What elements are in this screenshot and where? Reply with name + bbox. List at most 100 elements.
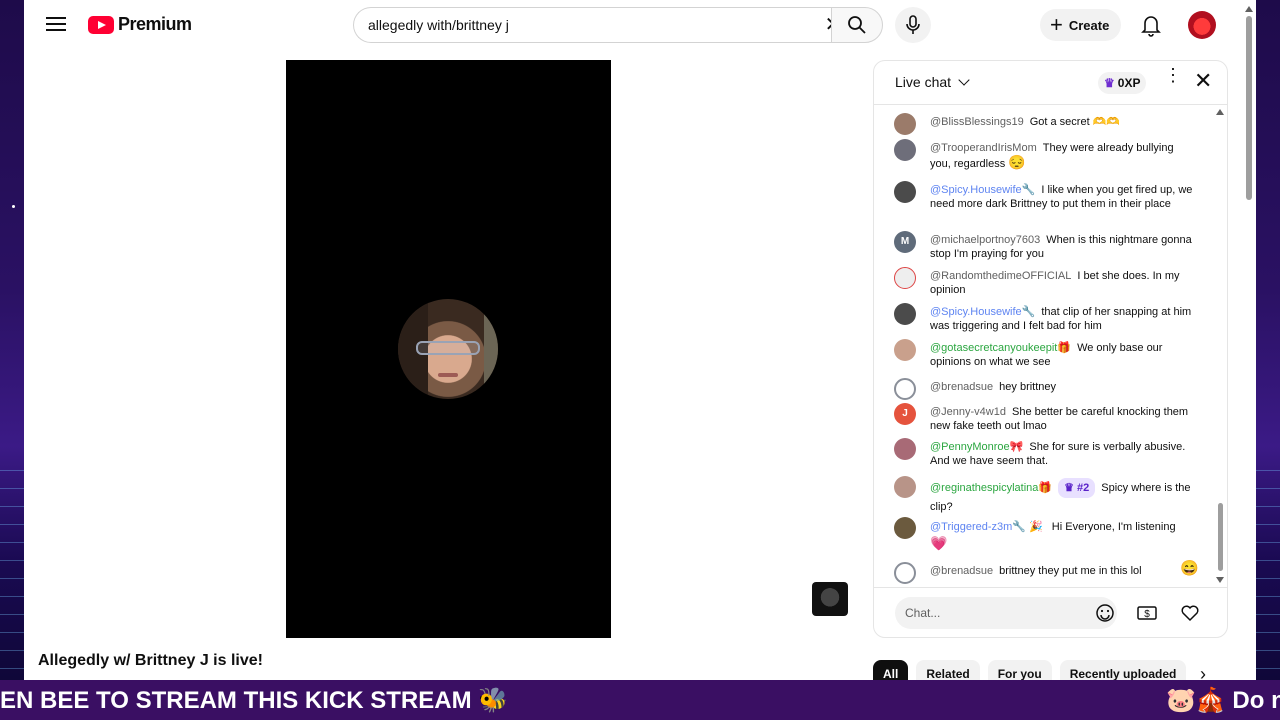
avatar[interactable]: J (894, 403, 916, 425)
heart-icon (1181, 605, 1199, 622)
avatar[interactable] (894, 303, 916, 325)
chat-input[interactable] (895, 597, 1117, 629)
dollar-icon: $ (1137, 606, 1157, 620)
member-badge-icon: 🎁 (1057, 342, 1072, 354)
avatar[interactable] (894, 438, 916, 460)
chevron-down-icon (958, 74, 970, 86)
chat-message: @TrooperandIrisMom They were already bull… (894, 139, 1194, 171)
chat-message: @Triggered-z3m🔧 🎉 Hi Everyone, I'm liste… (894, 517, 1194, 553)
ticker-text-right: 🐷🎪 Do n (1166, 687, 1280, 714)
more-options-icon[interactable]: ⋮ (1164, 66, 1182, 84)
author[interactable]: @Jenny-v4w1d (930, 406, 1006, 418)
super-chat-button[interactable]: $ (1133, 599, 1161, 627)
chat-message: @PennyMonroe🎀 She for sure is verbally ab… (894, 438, 1194, 468)
chip-all[interactable]: All (873, 660, 909, 680)
avatar[interactable] (894, 267, 916, 289)
crown-icon: ♛ (1104, 76, 1115, 90)
related-chips: All Related For you Recently uploaded (873, 660, 1187, 680)
rank-badge: ♛ #2 (1058, 478, 1096, 498)
author[interactable]: @Triggered-z3m🔧 🎉 (930, 521, 1043, 533)
member-badge-icon: 🎁 (1038, 482, 1053, 494)
smiley-icon (1096, 604, 1114, 622)
youtube-premium-logo[interactable]: Premium (88, 14, 192, 35)
avatar[interactable] (894, 139, 916, 161)
avatar[interactable] (894, 339, 916, 361)
avatar[interactable] (894, 378, 916, 400)
video-player[interactable] (286, 60, 611, 638)
avatar[interactable]: M (894, 231, 916, 253)
author[interactable]: @brenadsue (930, 565, 993, 577)
crown-icon: ♛ (1064, 482, 1078, 494)
chat-message-list: @BlissBlessings19 Got a secret 🫶🫶 @Troope… (874, 107, 1227, 587)
avatar[interactable] (894, 517, 916, 539)
chat-scrollbar-thumb[interactable] (1218, 503, 1223, 571)
chat-message: @reginathespicylatina🎁 ♛ #2 Spicy where is… (894, 476, 1194, 516)
chat-message: M @michaelportnoy7603 When is this nightm… (894, 231, 1194, 261)
author[interactable]: @Spicy.Housewife🔧 (930, 306, 1035, 318)
emoji: 😔 (1008, 154, 1026, 170)
logo-text: Premium (118, 14, 192, 34)
chat-header: Live chat ♛ 0XP ⋮ ✕ (874, 61, 1227, 105)
chat-message: @gotasecretcanyoukeepit🎁 We only base our… (894, 339, 1194, 369)
overlay-thumbnail (812, 582, 848, 616)
author[interactable]: @TrooperandIrisMom (930, 142, 1037, 154)
voice-search-button[interactable] (895, 7, 931, 43)
member-badge-icon: 🎀 (1009, 441, 1024, 453)
bell-icon (1141, 16, 1161, 37)
search-box: ✕ (353, 7, 843, 43)
heart-reaction-button[interactable] (1176, 599, 1204, 627)
chat-message: @brenadsue brittney they put me in this l… (894, 561, 1199, 584)
badge-icons: 🔧 🎉 (1012, 521, 1043, 533)
chat-message: @Spicy.Housewife🔧 I like when you get fir… (894, 181, 1194, 211)
chip-recently-uploaded[interactable]: Recently uploaded (1059, 660, 1187, 680)
youtube-play-icon (88, 15, 114, 34)
message-text: brittney they put me in this lol (999, 565, 1142, 577)
avatar[interactable] (894, 562, 916, 584)
chat-input-row: $ (874, 587, 1227, 637)
author[interactable]: @RandomthedimeOFFICIAL (930, 270, 1071, 282)
avatar[interactable] (894, 181, 916, 203)
wrench-badge-icon: 🔧 (1021, 184, 1036, 196)
message-text: hey brittney (999, 381, 1057, 393)
emoji-picker-button[interactable] (1091, 599, 1119, 627)
emoji: 🫶🫶 (1092, 116, 1121, 128)
microphone-icon (906, 15, 920, 34)
menu-icon[interactable] (44, 13, 68, 37)
avatar[interactable] (894, 476, 916, 498)
author[interactable]: @brenadsue (930, 381, 993, 393)
message-text: Got a secret (1029, 116, 1090, 128)
chat-message: @BlissBlessings19 Got a secret 🫶🫶 (894, 113, 1194, 135)
chip-related[interactable]: Related (916, 660, 980, 680)
chat-scroll-down-arrow[interactable] (1216, 577, 1224, 583)
wrench-badge-icon: 🔧 (1021, 306, 1036, 318)
ticker-text-left: EN BEE TO STREAM THIS KICK STREAM 🐝 (0, 687, 509, 714)
background-right (1256, 0, 1280, 720)
create-button[interactable]: + Create (1040, 9, 1122, 41)
chip-for-you[interactable]: For you (987, 660, 1052, 680)
chevron-right-icon[interactable]: › (1200, 664, 1206, 680)
star (12, 205, 15, 208)
live-chat-panel: Live chat ♛ 0XP ⋮ ✕ @BlissBlessings19 Got… (873, 60, 1228, 638)
live-chat-dropdown[interactable]: Live chat (895, 74, 970, 90)
plus-icon: + (1050, 12, 1063, 37)
search-button[interactable] (831, 7, 883, 43)
page-scroll-up-arrow[interactable] (1245, 6, 1253, 12)
author[interactable]: @michaelportnoy7603 (930, 234, 1040, 246)
page-scrollbar-thumb[interactable] (1246, 16, 1252, 200)
chat-scroll-up-arrow[interactable] (1216, 109, 1224, 115)
author[interactable]: @BlissBlessings19 (930, 116, 1024, 128)
account-avatar[interactable] (1188, 11, 1216, 39)
xp-badge[interactable]: ♛ 0XP (1098, 72, 1147, 94)
avatar[interactable] (894, 113, 916, 135)
chat-message: @brenadsue hey brittney (894, 378, 1194, 400)
youtube-window: Premium ✕ + Create (24, 0, 1256, 680)
author[interactable]: @Spicy.Housewife🔧 (930, 184, 1035, 196)
author[interactable]: @reginathespicylatina🎁 (930, 482, 1052, 494)
notifications-bell-icon[interactable] (1138, 12, 1164, 38)
close-chat-icon[interactable]: ✕ (1194, 70, 1212, 92)
emoji: 😄 (1180, 560, 1199, 577)
author[interactable]: @PennyMonroe🎀 (930, 441, 1023, 453)
search-input[interactable] (368, 17, 788, 33)
author[interactable]: @gotasecretcanyoukeepit🎁 (930, 342, 1071, 354)
search-icon (848, 16, 866, 34)
